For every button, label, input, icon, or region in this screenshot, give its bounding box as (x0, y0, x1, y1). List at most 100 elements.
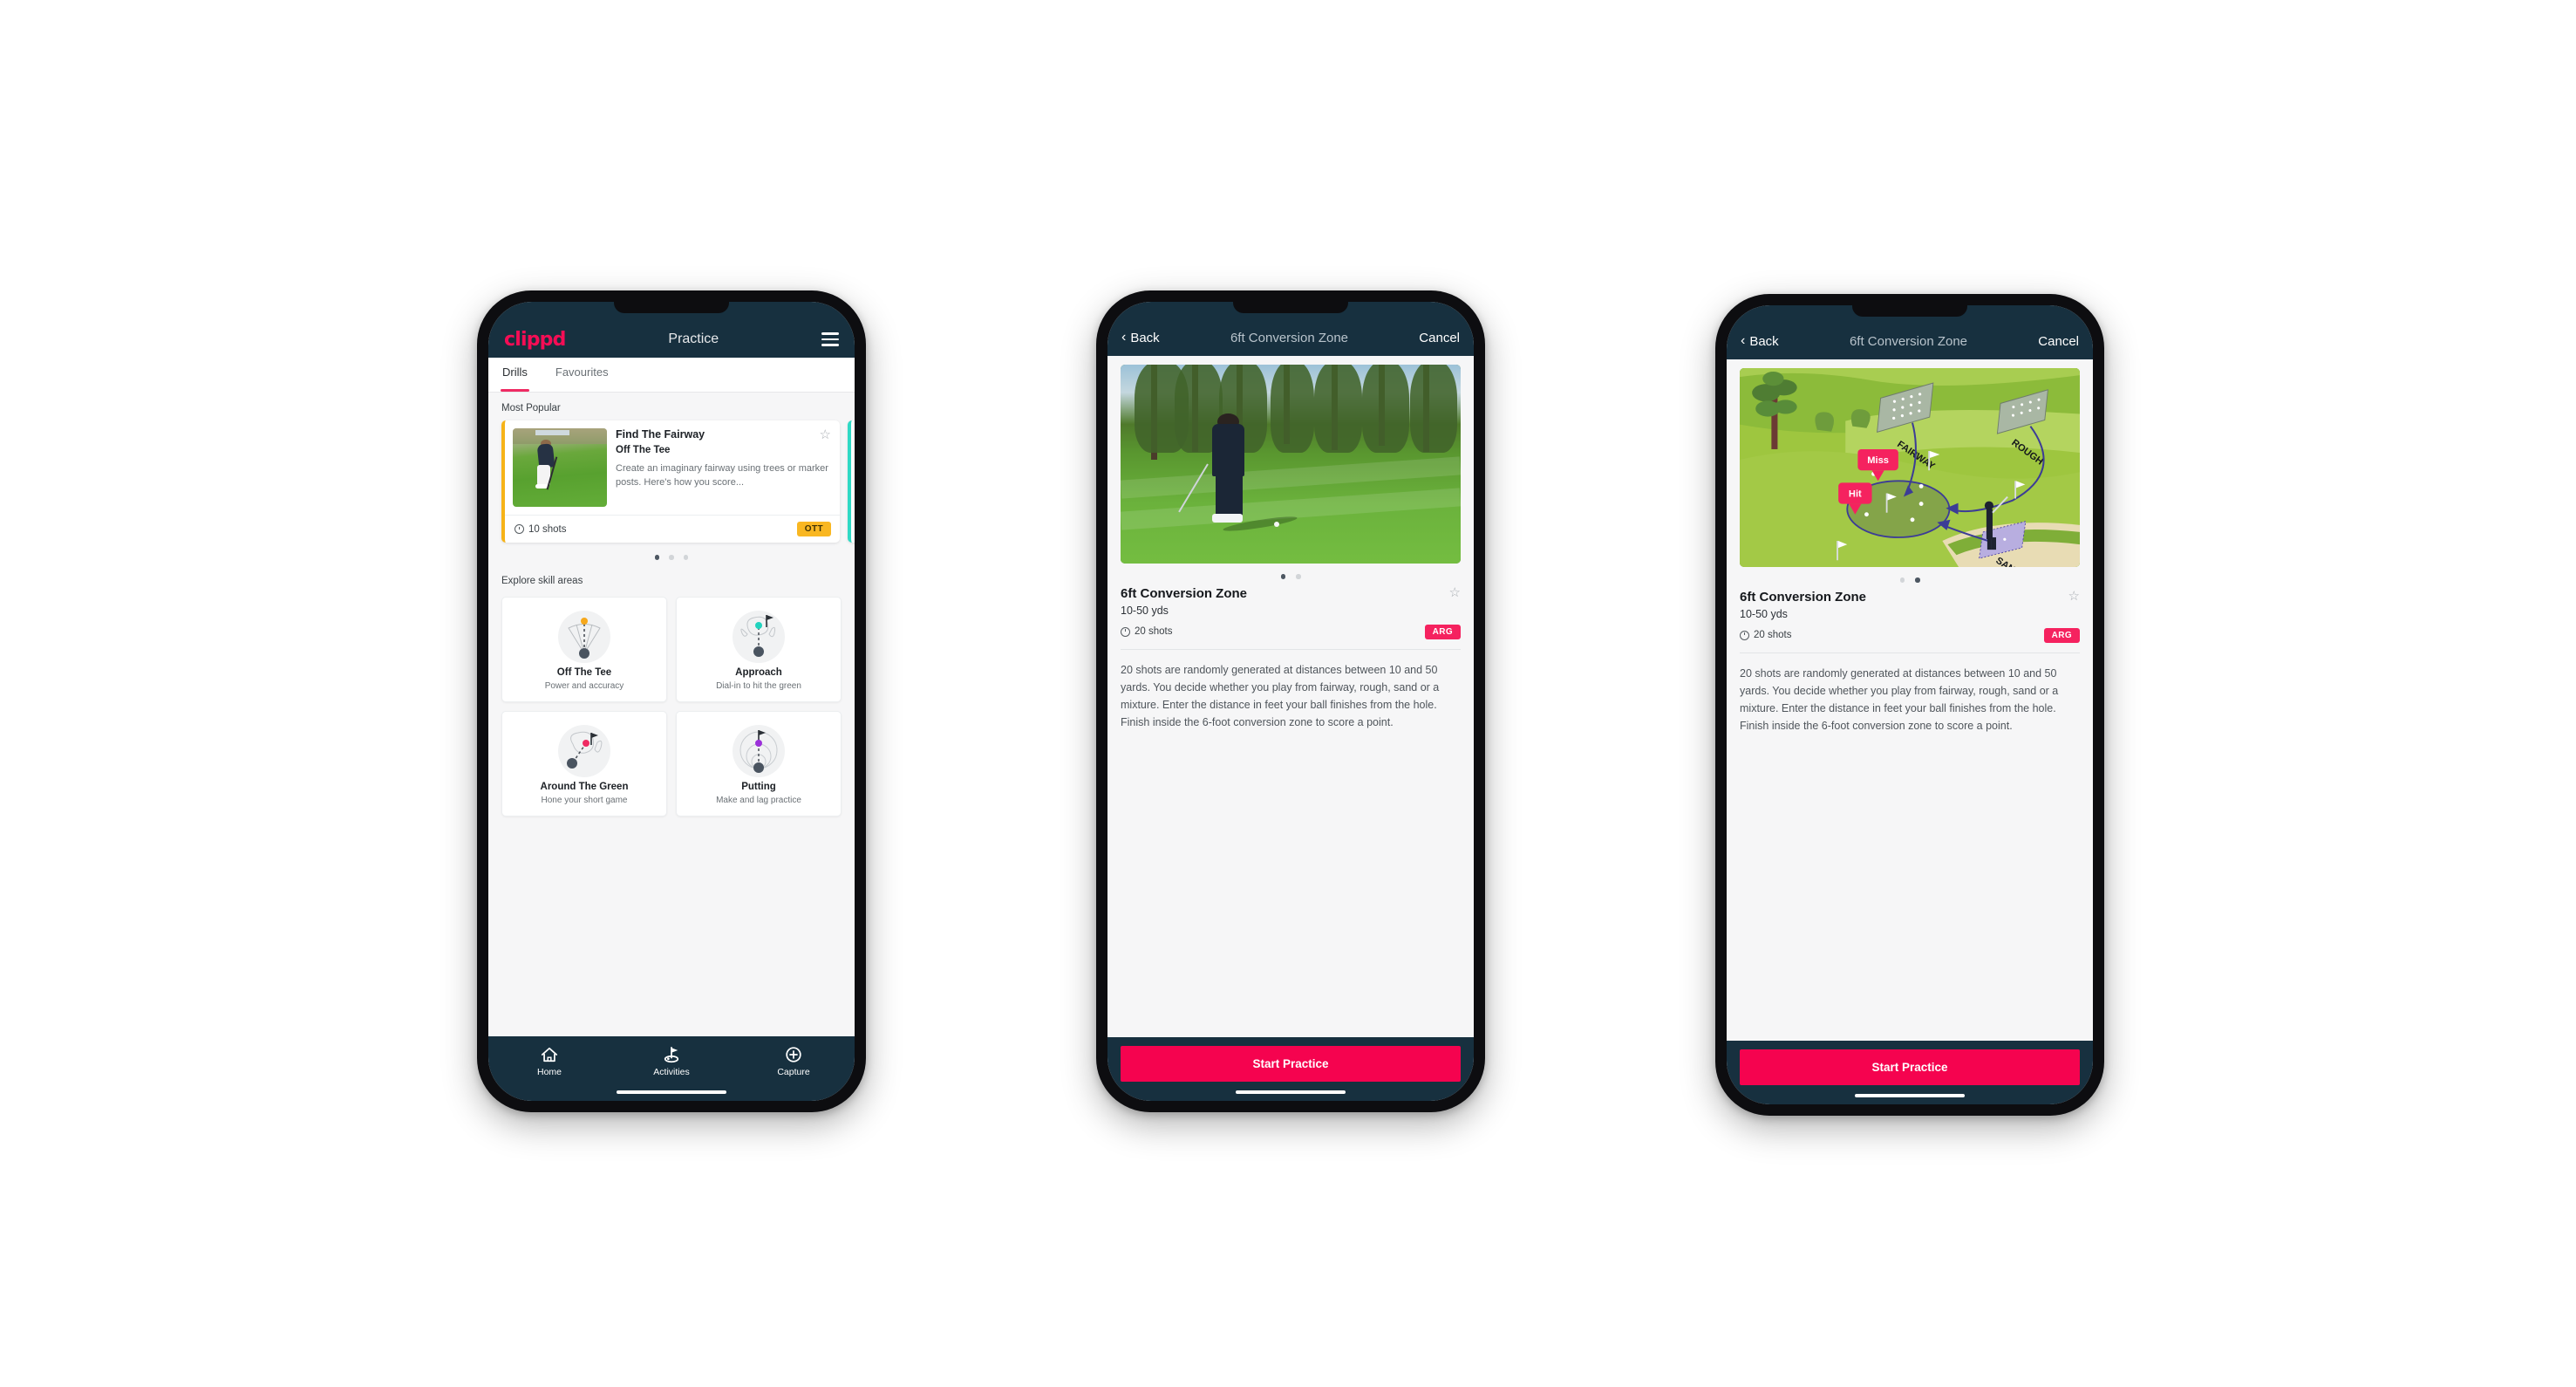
skill-name: Around The Green (540, 781, 629, 792)
phone-notch (614, 302, 729, 313)
nav-item-home[interactable]: Home (488, 1046, 610, 1077)
skill-name: Putting (741, 781, 776, 792)
plus-circle-icon (786, 1047, 801, 1062)
flag-green-icon (664, 1046, 679, 1063)
phone-mockup-detail-photo: ‹ Back 6ft Conversion Zone Cancel 6ft Co… (1096, 290, 1485, 1112)
drill-hero-photo[interactable] (1121, 365, 1461, 564)
star-outline-icon[interactable]: ☆ (2068, 590, 2080, 603)
drill-title: 6ft Conversion Zone (1121, 585, 1248, 601)
skill-name: Approach (735, 666, 782, 678)
cancel-button[interactable]: Cancel (1419, 331, 1460, 345)
pagination-dot[interactable] (1280, 574, 1285, 579)
cancel-button[interactable]: Cancel (2038, 334, 2079, 349)
home-indicator (617, 1090, 726, 1094)
skill-card-around-the-green[interactable]: Around The Green Hone your short game (501, 710, 667, 816)
detail-content: 6ft Conversion Zone ☆ 10-50 yds 20 shots… (1107, 356, 1474, 1037)
drill-distance: 10-50 yds (1740, 607, 1788, 620)
page-title: Practice (668, 331, 719, 346)
tab-favourites[interactable]: Favourites (554, 358, 623, 392)
home-indicator (1855, 1093, 1965, 1097)
nav-label: Home (536, 1067, 562, 1077)
hero-pagination[interactable] (1107, 564, 1474, 583)
back-button[interactable]: ‹ Back (1121, 331, 1160, 345)
phone-notch (1852, 305, 1967, 317)
home-indicator (1236, 1090, 1346, 1094)
nav-label: Activities (653, 1067, 690, 1077)
back-label: Back (1749, 333, 1779, 349)
start-practice-button[interactable]: Start Practice (1121, 1046, 1461, 1082)
carousel-pagination[interactable] (488, 543, 855, 565)
skill-card-approach[interactable]: Approach Dial-in to hit the green (676, 596, 842, 702)
golf-course-diagram: FAIRWAY ROUGH SAND Miss Hit (1740, 368, 2080, 567)
skill-desc: Power and accuracy (544, 680, 624, 691)
practice-content: Most Popular Find The Fairway Off The Te… (488, 393, 855, 1036)
skill-card-putting[interactable]: Putting Make and lag practice (676, 710, 842, 816)
pagination-dot[interactable] (654, 555, 660, 560)
drill-thumbnail (513, 428, 607, 507)
drill-distance: 10-50 yds (1121, 604, 1169, 617)
most-popular-heading: Most Popular (501, 403, 561, 413)
phone-mockup-detail-illustration: ‹ Back 6ft Conversion Zone Cancel FAIRWA… (1715, 294, 2104, 1116)
pagination-dot[interactable] (669, 555, 674, 560)
back-label: Back (1130, 330, 1160, 345)
tee-fan-icon (508, 608, 661, 666)
status-badge: ARG (2043, 627, 2080, 643)
pagination-dot[interactable] (1899, 577, 1905, 583)
drill-description: 20 shots are randomly generated at dista… (1121, 663, 1440, 729)
clock-icon (1121, 626, 1130, 637)
explore-skill-areas-heading: Explore skill areas (501, 575, 583, 586)
svg-text:Miss: Miss (1867, 455, 1889, 466)
drill-hero-illustration[interactable]: FAIRWAY ROUGH SAND Miss Hit (1740, 368, 2080, 567)
practice-screen: clippd Practice Drills Favourites Most P… (488, 302, 855, 1101)
star-outline-icon[interactable]: ☆ (1449, 586, 1461, 599)
drill-description: 20 shots are randomly generated at dista… (1740, 666, 2059, 733)
drill-card-footer: 10 shots OTT (505, 515, 840, 543)
clippd-logo[interactable]: clippd (504, 329, 566, 351)
skill-card-off-the-tee[interactable]: Off The Tee Power and accuracy (501, 596, 667, 702)
tab-drills[interactable]: Drills (501, 358, 542, 392)
back-button[interactable]: ‹ Back (1741, 334, 1779, 349)
detail-nav-title: 6ft Conversion Zone (1230, 330, 1349, 345)
chevron-left-icon: ‹ (1121, 330, 1127, 345)
most-popular-carousel[interactable]: Find The Fairway Off The Tee ☆ Create an… (488, 420, 855, 543)
star-outline-icon[interactable]: ☆ (820, 428, 831, 441)
drill-detail-screen: ‹ Back 6ft Conversion Zone Cancel 6ft Co… (1107, 302, 1474, 1101)
drill-detail-illustration-screen: ‹ Back 6ft Conversion Zone Cancel FAIRWA… (1727, 305, 2093, 1104)
skill-name: Off The Tee (556, 666, 612, 678)
drill-shots: 10 shots (515, 524, 566, 535)
tab-bar: Drills Favourites (488, 358, 855, 393)
putting-rings-icon (682, 722, 835, 780)
drill-card-next-peek[interactable] (848, 420, 855, 543)
drill-name: Find The Fairway (616, 428, 705, 441)
approach-green-icon (682, 608, 835, 666)
nav-item-activities[interactable]: Activities (610, 1046, 733, 1077)
detail-content: FAIRWAY ROUGH SAND Miss Hit 6ft Conversi… (1727, 359, 2093, 1041)
home-icon (541, 1047, 558, 1062)
start-practice-button[interactable]: Start Practice (1740, 1049, 2080, 1085)
drill-shots-label: 20 shots (1754, 630, 1792, 640)
drill-card-find-the-fairway[interactable]: Find The Fairway Off The Tee ☆ Create an… (501, 420, 840, 543)
skill-desc: Hone your short game (541, 795, 628, 805)
pagination-dot[interactable] (1296, 574, 1301, 579)
status-badge: OTT (796, 522, 831, 536)
drill-card-top: Find The Fairway Off The Tee ☆ Create an… (505, 420, 840, 515)
drill-description: Create an imaginary fairway using trees … (616, 462, 828, 489)
hamburger-icon[interactable] (821, 332, 839, 346)
hero-pagination[interactable] (1727, 567, 2093, 586)
chevron-left-icon: ‹ (1741, 333, 1746, 348)
detail-header: 6ft Conversion Zone ☆ 10-50 yds 20 shots… (1727, 586, 2093, 643)
pagination-dot[interactable] (683, 555, 689, 560)
detail-header: 6ft Conversion Zone ☆ 10-50 yds 20 shots… (1107, 583, 1474, 639)
drill-shots-label: 20 shots (1135, 626, 1173, 637)
pagination-dot[interactable] (1915, 577, 1920, 583)
skill-desc: Make and lag practice (716, 795, 801, 805)
drill-shots: 20 shots (1121, 626, 1172, 637)
nav-label: Capture (777, 1067, 810, 1077)
drill-category: Off The Tee (616, 444, 671, 455)
screenshot-canvas: clippd Practice Drills Favourites Most P… (0, 0, 2576, 1387)
chip-green-icon (508, 722, 661, 780)
detail-nav-title: 6ft Conversion Zone (1849, 333, 1968, 349)
nav-item-capture[interactable]: Capture (733, 1046, 855, 1077)
drill-title: 6ft Conversion Zone (1740, 589, 1867, 605)
status-badge: ARG (1424, 624, 1461, 639)
